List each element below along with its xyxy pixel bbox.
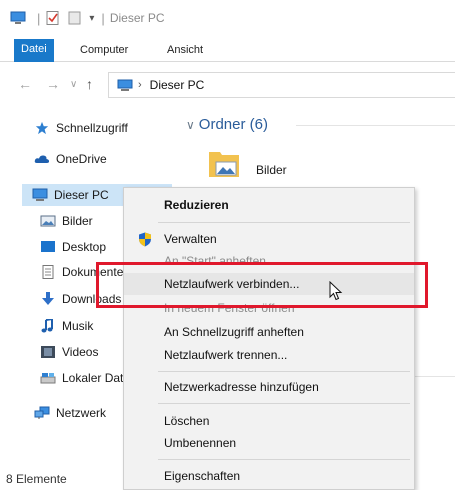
menu-item-properties[interactable]: Eigenschaften [124,465,414,487]
sidebar-item-onedrive[interactable]: OneDrive [34,148,107,170]
sidebar-item-videos[interactable]: Videos [40,341,98,363]
menu-separator [158,222,410,223]
documents-icon [42,265,54,279]
group-divider [296,125,455,126]
tab-view[interactable]: Ansicht [160,40,210,62]
desktop-icon [41,241,55,252]
menu-item-pin-quick-access[interactable]: An Schnellzugriff anheften [124,321,414,343]
sidebar-item-pictures[interactable]: Bilder [40,210,93,232]
menu-item-disconnect-network-drive[interactable]: Netzlaufwerk trennen... [124,344,414,366]
star-icon [35,121,49,135]
menu-item-collapse[interactable]: Reduzieren [124,194,414,216]
network-icon [34,406,50,419]
sidebar-item-label: Desktop [62,240,107,254]
sidebar-item-label: OneDrive [56,152,107,166]
back-arrow-icon[interactable]: ← [18,76,32,92]
up-arrow-icon[interactable]: ↑ [86,76,93,92]
sidebar-item-label: Musik [62,319,94,333]
sidebar-item-music[interactable]: Musik [40,315,93,337]
group-header-folders[interactable]: ∨ Ordner (6) [186,116,268,133]
menu-item-manage[interactable]: Verwalten [124,228,414,250]
sidebar-item-quick-access[interactable]: Schnellzugriff [34,117,128,139]
properties-icon[interactable] [45,11,61,25]
title-bar: | ▾ | Dieser PC [0,0,455,36]
sidebar-item-desktop[interactable]: Desktop [40,236,106,258]
computer-icon [32,188,48,201]
cloud-icon [34,155,50,163]
context-menu: Reduzieren Verwalten An "Start" anheften… [123,187,415,490]
folder-pictures-icon[interactable] [208,148,240,178]
title-separator: | [101,10,105,26]
window-title: Dieser PC [109,11,165,25]
address-bar[interactable]: › Dieser PC [108,72,455,98]
chevron-down-icon[interactable]: ∨ [186,118,195,132]
group-header-label: Ordner (6) [198,116,268,133]
tab-file[interactable]: Datei [14,39,54,62]
breadcrumb-chevron-icon[interactable]: › [138,79,142,91]
menu-item-add-network-location[interactable]: Netzwerkadresse hinzufügen [124,376,414,398]
forward-arrow-icon[interactable]: → [46,76,60,92]
computer-icon [117,79,133,91]
sidebar-item-label: Videos [62,345,99,359]
status-item-count: 8 Elemente [6,472,67,486]
title-separator: | [37,10,41,26]
videos-icon [41,346,55,358]
sidebar-item-network[interactable]: Netzwerk [34,402,106,424]
music-icon [41,319,53,333]
quick-access-dropdown-icon[interactable]: ▾ [89,13,94,24]
new-folder-icon[interactable] [67,11,83,25]
menu-item-rename[interactable]: Umbenennen [124,432,414,454]
computer-icon [10,11,26,24]
menu-separator [158,371,410,372]
breadcrumb-dieser-pc[interactable]: Dieser PC [150,78,205,92]
highlight-box [96,262,428,308]
sidebar-item-label: Dieser PC [54,188,109,202]
folder-label[interactable]: Bilder [256,163,287,177]
recent-dropdown-icon[interactable]: ∨ [70,79,77,90]
ribbon: Datei Computer Ansicht [0,36,455,62]
sidebar-item-label: Bilder [62,214,93,228]
sidebar-item-label: Netzwerk [56,406,107,420]
menu-item-delete[interactable]: Löschen [124,410,414,432]
download-icon [42,292,54,305]
sidebar-item-label: Lokaler Dat [62,371,124,385]
tab-computer[interactable]: Computer [73,40,135,62]
sidebar-item-label: Schnellzugriff [56,121,128,135]
menu-separator [158,459,410,460]
sidebar-item-local-disk[interactable]: Lokaler Dat [40,367,123,389]
menu-separator [158,403,410,404]
drive-icon [40,373,56,384]
content-divider [410,376,455,377]
pictures-icon [40,215,56,227]
